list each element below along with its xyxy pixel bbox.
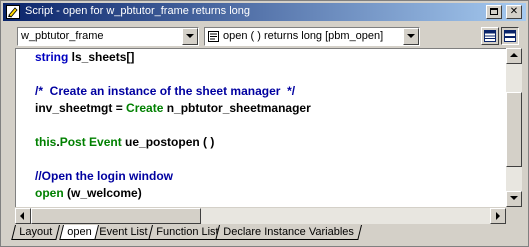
script-tabs: Layout open Event List Function List Declare… <box>11 225 522 243</box>
object-dropdown-button[interactable] <box>182 28 198 45</box>
code-line[interactable] <box>35 151 311 168</box>
code-token: Create <box>126 101 164 115</box>
code-token: string <box>35 50 72 64</box>
event-dropdown-value: open ( ) returns long [pbm_open] <box>223 30 384 42</box>
chevron-down-icon <box>186 34 194 38</box>
tab-label: open <box>67 226 92 238</box>
restore-icon <box>490 8 498 15</box>
code-line[interactable]: open (w_welcome) <box>35 185 311 202</box>
script-toolbar: w_pbtutor_frame open ( ) returns long [p… <box>3 25 526 47</box>
close-icon: ✕ <box>509 6 519 17</box>
code-line[interactable] <box>35 66 311 83</box>
restore-button[interactable] <box>486 5 502 19</box>
tab-label: Event List <box>99 226 148 238</box>
chevron-down-icon <box>407 34 415 38</box>
code-token: inv_sheetmgt = <box>35 101 127 115</box>
event-dropdown-button[interactable] <box>403 28 419 45</box>
code-line[interactable]: string ls_sheets[] <box>35 49 311 66</box>
vertical-scroll-thumb[interactable] <box>506 92 522 167</box>
code-line[interactable]: //Open the login window <box>35 168 311 185</box>
code-area[interactable]: string ls_sheets[] /* Create an instance… <box>35 49 311 202</box>
single-view-button[interactable] <box>501 27 519 45</box>
vertical-scrollbar[interactable] <box>506 48 522 207</box>
tab-open[interactable]: open <box>59 225 100 240</box>
code-token: open <box>35 186 64 200</box>
code-token: Post Event <box>59 135 122 149</box>
code-line[interactable] <box>35 117 311 134</box>
title-bar[interactable]: Script - open for w_pbtutor_frame return… <box>3 3 526 21</box>
event-icon <box>208 31 219 42</box>
code-line[interactable]: /* Create an instance of the sheet manag… <box>35 83 311 100</box>
arrow-down-icon <box>510 196 518 200</box>
scroll-down-button[interactable] <box>506 191 522 207</box>
code-token: ls_sheets[] <box>71 50 135 64</box>
horizontal-scroll-thumb[interactable] <box>31 208 201 224</box>
object-dropdown-value: w_pbtutor_frame <box>21 30 104 42</box>
split-view-icon <box>484 30 496 42</box>
arrow-left-icon <box>20 212 24 220</box>
script-icon <box>6 5 20 19</box>
tab-label: Declare Instance Variables <box>223 226 354 238</box>
code-line[interactable]: inv_sheetmgt = Create n_pbtutor_sheetman… <box>35 100 311 117</box>
tab-label: Layout <box>19 226 53 238</box>
scroll-left-button[interactable] <box>15 208 31 224</box>
script-editor[interactable]: string ls_sheets[] /* Create an instance… <box>15 48 522 207</box>
tab-label: Function List <box>156 226 219 238</box>
code-line[interactable]: this.Post Event ue_postopen ( ) <box>35 134 311 151</box>
script-window: Script - open for w_pbtutor_frame return… <box>0 0 529 247</box>
horizontal-scrollbar[interactable] <box>15 208 506 224</box>
arrow-up-icon <box>510 53 518 57</box>
split-view-button[interactable] <box>481 27 499 45</box>
close-button[interactable]: ✕ <box>506 5 522 19</box>
tab-declare-instance-variables[interactable]: Declare Instance Variables <box>215 225 362 240</box>
scroll-up-button[interactable] <box>506 48 522 64</box>
scroll-corner <box>506 208 522 224</box>
tab-event-list[interactable]: Event List <box>91 225 156 240</box>
arrow-right-icon <box>496 212 500 220</box>
window-title: Script - open for w_pbtutor_frame return… <box>25 5 251 17</box>
code-token: ue_postopen ( ) <box>121 135 215 149</box>
code-token: n_pbtutor_sheetmanager <box>163 101 311 115</box>
event-dropdown[interactable]: open ( ) returns long [pbm_open] <box>204 27 420 46</box>
single-view-icon <box>504 30 516 42</box>
code-token: this <box>35 135 57 149</box>
tab-layout[interactable]: Layout <box>11 225 61 240</box>
object-dropdown[interactable]: w_pbtutor_frame <box>17 27 199 46</box>
code-token: (w_welcome) <box>63 186 142 200</box>
scroll-right-button[interactable] <box>490 208 506 224</box>
code-token: //Open the login window <box>35 169 173 183</box>
code-token: /* Create an instance of the sheet manag… <box>35 84 296 98</box>
